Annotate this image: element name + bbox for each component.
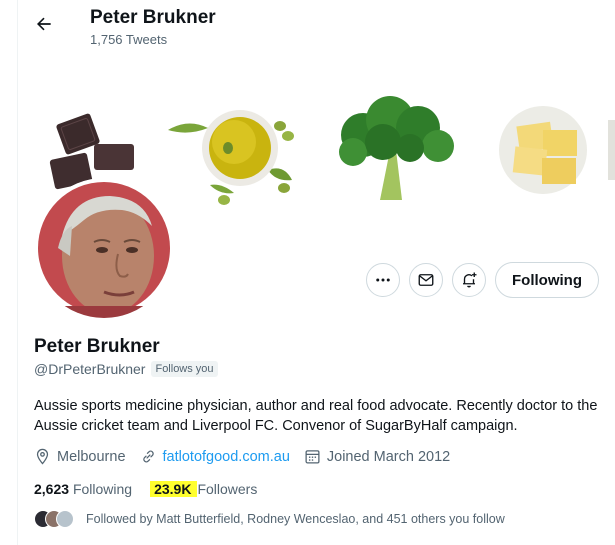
bell-plus-icon (463, 272, 477, 288)
more-button[interactable] (366, 263, 400, 297)
joined-text: Joined March 2012 (326, 448, 451, 465)
arrow-left-icon (37, 17, 51, 31)
profile-handle-row: @DrPeterBrukner Follows you (34, 361, 218, 377)
profile-actions: Following (366, 262, 599, 298)
website-item: fatlotofgood.com.au (140, 448, 290, 465)
following-count: 2,623 (34, 481, 70, 497)
website-link[interactable]: fatlotofgood.com.au (163, 449, 290, 465)
joined-item: Joined March 2012 (304, 448, 450, 465)
link-icon (142, 450, 154, 463)
followers-count: 23.9K (150, 481, 198, 497)
column-border (17, 0, 18, 545)
followers-stat[interactable]: 23.9K Followers (150, 481, 257, 497)
back-button[interactable] (32, 12, 56, 36)
location-pin-icon (36, 448, 49, 465)
followed-by-row[interactable]: Followed by Matt Butterfield, Rodney Wen… (34, 510, 505, 528)
envelope-icon (418, 274, 434, 286)
followers-label: Followers (197, 481, 258, 497)
more-icon (376, 278, 390, 282)
followed-by-text: Followed by Matt Butterfield, Rodney Wen… (86, 512, 505, 526)
profile-name: Peter Brukner (34, 336, 160, 357)
mutual-avatars (34, 510, 74, 528)
avatar[interactable] (34, 178, 174, 318)
broccoli-image (339, 96, 454, 200)
calendar-icon (305, 450, 320, 464)
follows-you-badge: Follows you (151, 361, 218, 377)
location-item: Melbourne (34, 448, 126, 465)
profile-bio: Aussie sports medicine physician, author… (34, 398, 598, 434)
notifications-button[interactable] (452, 263, 486, 297)
following-label: Following (72, 481, 133, 497)
tweet-count: 1,756 Tweets (90, 32, 168, 47)
location-text: Melbourne (57, 448, 126, 465)
header-title: Peter Brukner (90, 7, 216, 28)
message-button[interactable] (409, 263, 443, 297)
profile-meta: Melbourne fatlotofgood.com.au Joined Mar… (34, 448, 464, 465)
following-stat[interactable]: 2,623 Following (34, 481, 132, 497)
following-button[interactable]: Following (495, 262, 599, 298)
avatar-mini (56, 510, 74, 528)
butter-image (499, 106, 615, 194)
profile-handle: @DrPeterBrukner (34, 361, 146, 377)
follow-stats: 2,623 Following 23.9K Followers (34, 481, 257, 497)
olive-oil-image (168, 110, 294, 205)
